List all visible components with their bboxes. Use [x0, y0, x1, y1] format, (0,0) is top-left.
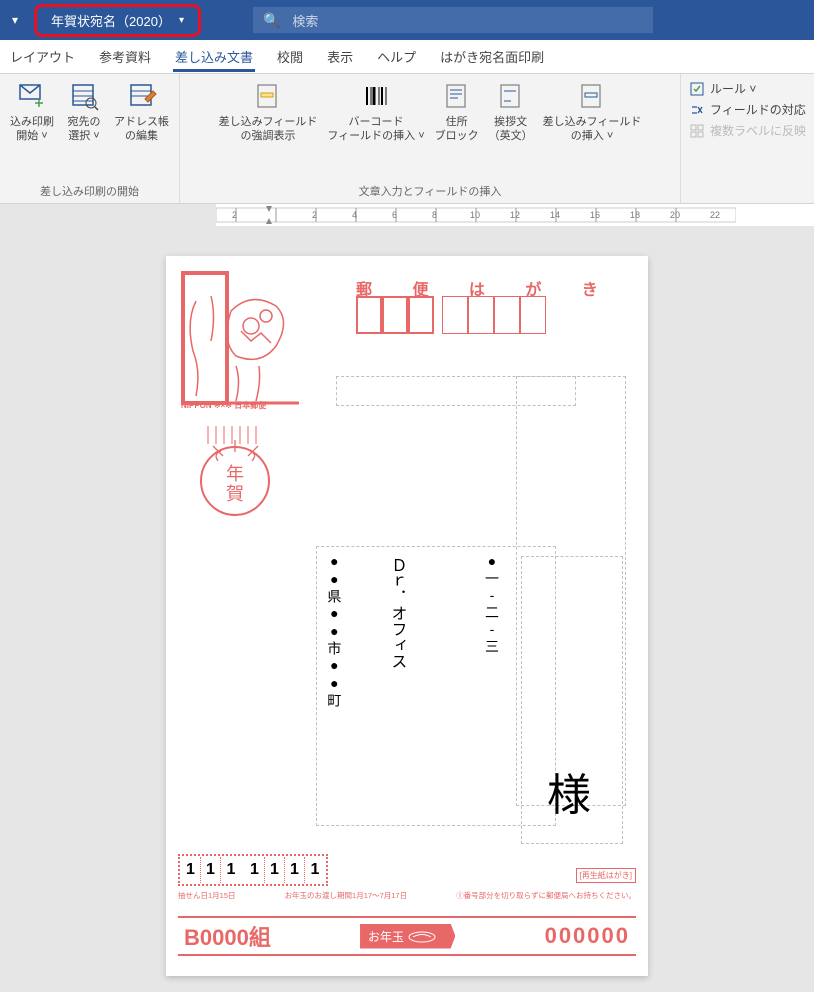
postal-cell[interactable]	[408, 296, 434, 334]
svg-text:年: 年	[226, 464, 244, 484]
greeting-icon	[495, 80, 527, 112]
sender-postal-cell[interactable]: 1	[305, 857, 325, 883]
sender-name-vertical-text: Ｄｒ．オフィス	[367, 547, 425, 825]
document-title: 年賀状宛名（2020）	[51, 11, 171, 30]
tab-postcard-print[interactable]: はがき宛名面印刷	[438, 41, 546, 72]
tab-review[interactable]: 校閲	[275, 41, 305, 72]
stamp-illustration	[181, 271, 301, 411]
recipients-icon	[68, 80, 100, 112]
postal-cell[interactable]	[382, 296, 408, 334]
horizontal-ruler[interactable]: 2 2 4 6 8 10 12 14 16 18 20 22	[216, 204, 814, 226]
tab-help[interactable]: ヘルプ	[375, 41, 418, 72]
lottery-band: B0000組 お年玉 000000	[178, 916, 636, 956]
group-code: B0000組	[184, 920, 271, 952]
postal-cell[interactable]	[494, 296, 520, 334]
otoshidama-tag: お年玉	[360, 924, 455, 949]
group-label-insert-fields: 文章入力とフィールドの挿入	[186, 181, 674, 201]
svg-text:賀: 賀	[226, 484, 244, 504]
button-insert-barcode-field[interactable]: バーコード フィールドの挿入 ˅	[323, 78, 428, 146]
highlight-fields-icon	[252, 80, 284, 112]
text-frame-address[interactable]: ●●県●●市●●町 ●一‐二‐三 Ｄｒ．オフィス	[316, 546, 556, 826]
sender-postal-cell[interactable]: 1	[285, 857, 305, 883]
button-match-fields[interactable]: フィールドの対応	[689, 101, 806, 118]
sender-postal-cell[interactable]: 1	[265, 857, 285, 883]
barcode-icon	[360, 80, 392, 112]
address-block-icon	[441, 80, 473, 112]
sender-postal-boxes[interactable]: 1 1 1 1 1 1 1	[178, 854, 328, 886]
ribbon-group-start-merge: 込み印刷 開始 ˅ 宛先の 選択 ˅ アドレス帳 の編集 差し込み印刷の開始	[0, 74, 180, 203]
title-bar: ▾ 年賀状宛名（2020） ▾ 🔍 検索	[0, 0, 814, 40]
postcard-page[interactable]: 郵 便 は が き NIPPON ※×※ 日本郵便	[166, 256, 648, 976]
search-icon: 🔍	[263, 12, 280, 29]
lottery-number: 000000	[545, 923, 630, 949]
insert-field-icon	[576, 80, 608, 112]
postal-cell[interactable]	[520, 296, 546, 334]
ribbon: 込み印刷 開始 ˅ 宛先の 選択 ˅ アドレス帳 の編集 差し込み印刷の開始	[0, 74, 814, 204]
button-highlight-merge-fields[interactable]: 差し込みフィールド の強調表示	[215, 78, 322, 146]
match-fields-icon	[689, 102, 705, 118]
button-update-labels: 複数ラベルに反映	[689, 122, 806, 139]
ribbon-side-group: ルール ˅ フィールドの対応 複数ラベルに反映	[681, 74, 814, 203]
tab-layout[interactable]: レイアウト	[8, 41, 77, 72]
stamp-area: NIPPON ※×※ 日本郵便	[181, 271, 301, 411]
qat-customize-arrow[interactable]: ▾	[8, 9, 22, 31]
stamp-caption: NIPPON ※×※ 日本郵便	[181, 400, 266, 411]
sender-postal-cell[interactable]: 1	[181, 857, 201, 883]
sender-postal-cell[interactable]: 1	[245, 857, 265, 883]
sender-postal-cell[interactable]: 1	[221, 857, 241, 883]
sender-postal-cell[interactable]: 1	[201, 857, 221, 883]
button-edit-address-book[interactable]: アドレス帳 の編集	[110, 78, 173, 146]
nenga-seal: 年 賀	[188, 426, 283, 521]
title-dropdown-icon[interactable]: ▾	[179, 15, 184, 26]
rules-icon	[689, 81, 705, 97]
search-box[interactable]: 🔍 検索	[253, 7, 653, 33]
tab-references[interactable]: 参考資料	[97, 41, 153, 72]
postal-cell[interactable]	[442, 296, 468, 334]
button-address-block[interactable]: 住所 ブロック	[431, 78, 483, 146]
ribbon-tab-strip: レイアウト 参考資料 差し込み文書 校閲 表示 ヘルプ はがき宛名面印刷	[0, 40, 814, 74]
search-placeholder: 検索	[292, 11, 318, 30]
text-frame-honorific[interactable]: 様	[521, 556, 623, 844]
button-greeting-line[interactable]: 挨拶文 （英文）	[485, 78, 537, 146]
postal-cell[interactable]	[468, 296, 494, 334]
address2-vertical-text: ●一‐二‐三	[475, 547, 509, 825]
button-insert-merge-field[interactable]: 差し込みフィールド の挿入 ˅	[539, 78, 646, 146]
tab-mailings[interactable]: 差し込み文書	[173, 41, 255, 72]
button-select-recipients[interactable]: 宛先の 選択 ˅	[60, 78, 108, 146]
labels-icon	[689, 123, 705, 139]
ribbon-group-insert-fields: 差し込みフィールド の強調表示 バーコード フィールドの挿入 ˅ 住所 ブロック	[180, 74, 681, 203]
honorific-sama: 様	[547, 759, 591, 823]
postal-cell[interactable]	[356, 296, 382, 334]
document-area[interactable]: 郵 便 は が き NIPPON ※×※ 日本郵便	[0, 226, 814, 976]
button-rules[interactable]: ルール ˅	[689, 80, 806, 97]
lottery-info-line: 抽せん日1月15日 お年玉のお渡し期間1月17～7月17日 ①番号部分を切り取ら…	[178, 890, 636, 901]
address-vertical-text: ●●県●●市●●町	[317, 547, 351, 825]
group-label-start-merge: 差し込み印刷の開始	[6, 181, 173, 201]
button-start-mail-merge[interactable]: 込み印刷 開始 ˅	[6, 78, 58, 146]
mail-merge-icon	[16, 80, 48, 112]
recycled-paper-label: [再生紙はがき]	[576, 868, 636, 883]
document-title-highlight: 年賀状宛名（2020） ▾	[34, 4, 201, 37]
tab-view[interactable]: 表示	[325, 41, 355, 72]
address-book-icon	[126, 80, 158, 112]
recipient-postal-boxes	[356, 296, 546, 334]
